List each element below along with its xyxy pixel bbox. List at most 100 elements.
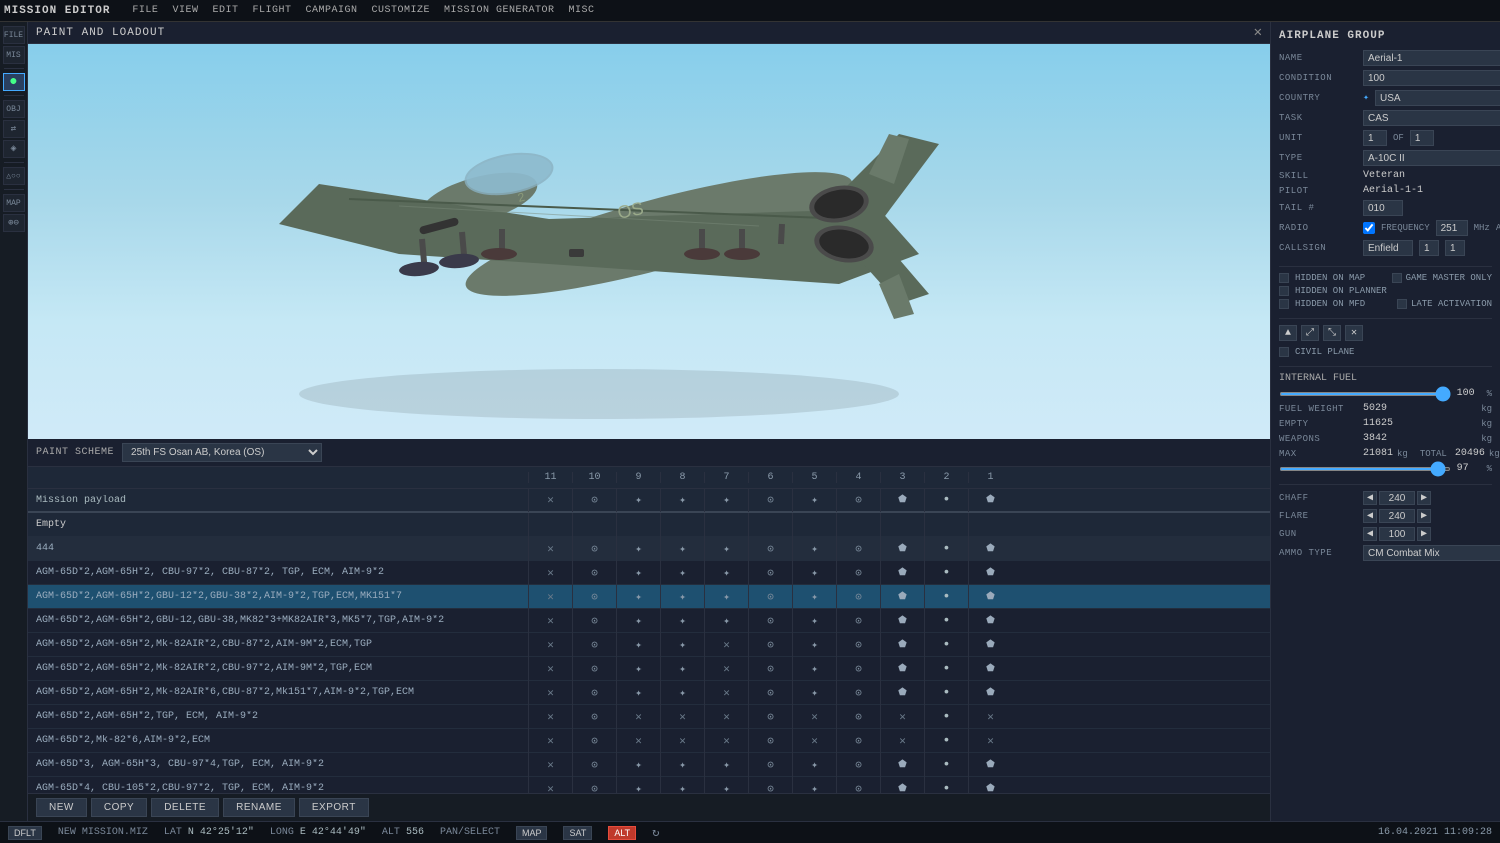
loadout-row-agm65d2-3[interactable]: AGM-65D*2,AGM-65H*2,GBU-12,GBU-38,MK82*3… [28,609,1270,633]
weapon-cell-agm65d2-4-3: ✦ [660,633,704,657]
rp-arrow-x[interactable]: ✕ [1345,325,1363,341]
menu-view[interactable]: VIEW [166,3,204,18]
loadout-row-444[interactable]: 444 ✕ ⊙ ✦ ✦ ✦ ⊙ ✦ ⊙ ⬟ • ⬟ [28,537,1270,561]
status-icon-refresh[interactable]: ↻ [652,825,659,840]
weapon-cell-agm65d4-4: ✦ [704,777,748,794]
loadout-row-agm65d2-2[interactable]: AGM-65D*2,AGM-65H*2,GBU-12*2,GBU-38*2,AI… [28,585,1270,609]
status-sat-btn[interactable]: SAT [563,826,592,840]
sidebar-btn-mis[interactable]: MIS [3,46,25,64]
rp-flare-decrement[interactable]: ◀ [1363,509,1377,523]
rp-type-input[interactable] [1363,150,1500,166]
weapon-cell-agm65d2-7-3: ✕ [660,705,704,729]
loadout-area[interactable]: 11 10 9 8 7 6 5 4 3 2 1 Mission payload … [28,467,1270,793]
menu-file[interactable]: FILE [126,3,164,18]
rp-chaff-decrement[interactable]: ◀ [1363,491,1377,505]
loadout-row-agm65d3[interactable]: AGM-65D*3, AGM-65H*3, CBU-97*4,TGP, ECM,… [28,753,1270,777]
rp-country-input[interactable] [1375,90,1500,106]
station-header: 11 10 9 8 7 6 5 4 3 2 1 [28,467,1270,489]
loadout-row-agm65d2-8[interactable]: AGM-65D*2,Mk-82*6,AIM-9*2,ECM✕⊙✕✕✕⊙✕⊙✕•✕ [28,729,1270,753]
loadout-row-agm65d4[interactable]: AGM-65D*4, CBU-105*2,CBU-97*2, TGP, ECM,… [28,777,1270,793]
weapon-cell-agm65d2-7-6: ✕ [792,705,836,729]
rp-condition-input[interactable] [1363,70,1500,86]
loadout-section-empty[interactable]: Empty [28,513,1270,537]
rp-callsign-input1[interactable] [1363,240,1413,256]
loadout-row-agm65d2-1[interactable]: AGM-65D*2,AGM-65H*2, CBU-97*2, CBU-87*2,… [28,561,1270,585]
rp-flare-label: FLARE [1279,511,1359,521]
rp-fuel-slider[interactable] [1279,392,1451,396]
weapon-cell-agm65d2-2-2: ✦ [616,585,660,609]
station-6: 6 [748,472,792,483]
loadout-row-mission-payload[interactable]: Mission payload ✕ ⊙ ✦ ✦ ✦ ⊙ ✦ ⊙ ⬟ • ⬟ [28,489,1270,513]
menu-customize[interactable]: CUSTOMIZE [366,3,437,18]
copy-button[interactable]: COPY [91,798,147,817]
menu-campaign[interactable]: CAMPAIGN [299,3,363,18]
menu-bar: MISSION EDITOR FILE VIEW EDIT FLIGHT CAM… [0,0,1500,22]
sidebar-btn-shapes[interactable]: △○○ [3,167,25,185]
rp-hidden-planner-checkbox[interactable] [1279,286,1289,296]
new-button[interactable]: NEW [36,798,87,817]
sidebar-btn-arrows[interactable]: ⇄ [3,120,25,138]
rp-ammo-value[interactable] [1363,545,1500,561]
rp-unit-of: OF [1393,133,1404,143]
rp-chaff-increment[interactable]: ▶ [1417,491,1431,505]
loadout-row-agm65d2-4[interactable]: AGM-65D*2,AGM-65H*2,Mk-82AIR*2,CBU-87*2,… [28,633,1270,657]
weapon-cell-agm65d2-3-4: ✦ [704,609,748,633]
delete-button[interactable]: DELETE [151,798,219,817]
sidebar-btn-file[interactable]: FILE [3,26,25,44]
se-6 [748,513,792,537]
loadout-row-agm65d2-5[interactable]: AGM-65D*2,AGM-65H*2,Mk-82AIR*2,CBU-97*2,… [28,657,1270,681]
rp-hidden-map-checkbox[interactable] [1279,273,1289,283]
sidebar-btn-green[interactable]: ● [3,73,25,91]
status-lat: LAT N 42°25'12" [164,827,254,838]
rp-tail-row: TAIL # [1279,200,1492,216]
sidebar-btn-obj[interactable]: OBJ [3,100,25,118]
loadout-row-agm65d2-6[interactable]: AGM-65D*2,AGM-65H*2,Mk-82AIR*6,CBU-87*2,… [28,681,1270,705]
rp-radio-row: RADIO FREQUENCY MHz AM [1279,220,1492,236]
rp-civil-plane-checkbox[interactable] [1279,347,1289,357]
rp-gun-value[interactable] [1379,527,1415,541]
weapon-cell-agm65d3-8: ⬟ [880,753,924,777]
close-button[interactable]: ✕ [1254,24,1262,41]
loadout-row-agm65d2-7[interactable]: AGM-65D*2,AGM-65H*2,TGP, ECM, AIM-9*2✕⊙✕… [28,705,1270,729]
menu-flight[interactable]: FLIGHT [246,3,297,18]
rp-unit-input2[interactable] [1410,130,1434,146]
weapon-cell-agm65d2-3-5: ⊙ [748,609,792,633]
paint-scheme-select[interactable]: 25th FS Osan AB, Korea (OS) [122,443,322,462]
rp-arrow-expand[interactable]: ⤢ [1301,325,1319,341]
rp-total-slider[interactable] [1279,467,1451,471]
rp-arrow-collapse[interactable]: ⤡ [1323,325,1341,341]
rp-unit-input1[interactable] [1363,130,1387,146]
menu-edit[interactable]: EDIT [206,3,244,18]
rp-gun-decrement[interactable]: ◀ [1363,527,1377,541]
rp-callsign-input3[interactable] [1445,240,1465,256]
sidebar-btn-zoom[interactable]: ⊕⊖ [3,214,25,232]
rp-freq-input[interactable] [1436,220,1468,236]
status-alt-btn[interactable]: ALT [608,826,636,840]
rp-callsign-input2[interactable] [1419,240,1439,256]
rp-radio-checkbox[interactable] [1363,222,1375,234]
rp-late-activation-checkbox[interactable] [1397,299,1407,309]
rp-gun-increment[interactable]: ▶ [1417,527,1431,541]
rp-chaff-value[interactable] [1379,491,1415,505]
status-map-btn[interactable]: MAP [516,826,548,840]
sidebar-btn-map[interactable]: MAP [3,194,25,212]
rp-game-master-checkbox[interactable] [1392,273,1402,283]
sidebar-btn-diamond[interactable]: ◈ [3,140,25,158]
mission-payload-name: Mission payload [28,495,528,506]
status-long-value: E 42°44'49" [300,827,366,838]
rp-tail-input[interactable] [1363,200,1403,216]
rp-sep-4 [1279,484,1492,485]
rp-hidden-mfd-checkbox[interactable] [1279,299,1289,309]
menu-misc[interactable]: MISC [563,3,601,18]
rp-flare-increment[interactable]: ▶ [1417,509,1431,523]
rp-sep-1 [1279,266,1492,267]
export-button[interactable]: EXPORT [299,798,369,817]
rp-flare-value[interactable] [1379,509,1415,523]
menu-mission-gen[interactable]: MISSION GENERATOR [438,3,561,18]
rp-name-input[interactable] [1363,50,1500,66]
rp-arrow-up[interactable]: ▲ [1279,325,1297,341]
weapon-cell-agm65d2-1-10: ⬟ [968,561,1012,585]
rename-button[interactable]: RENAME [223,798,295,817]
status-dflt[interactable]: DFLT [8,826,42,840]
rp-task-input[interactable] [1363,110,1500,126]
